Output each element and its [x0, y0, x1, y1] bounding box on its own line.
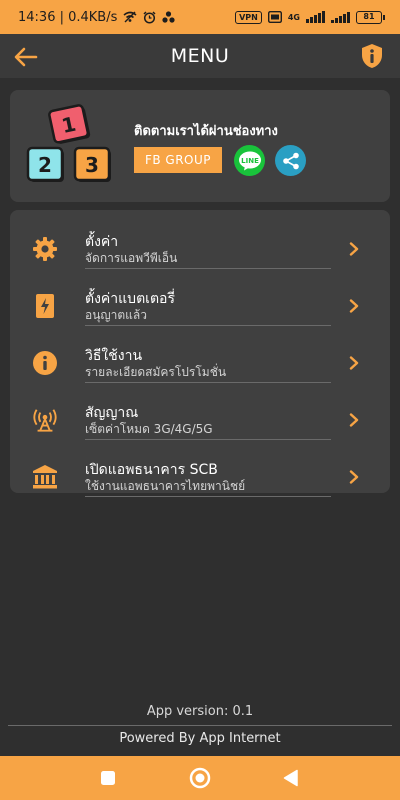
menu-item-subtitle: รายละเอียดสมัครโปรโมชั่น: [85, 365, 227, 379]
signal-tower-icon: [32, 407, 58, 433]
chevron-right-icon: [346, 295, 362, 317]
signal-strength-icon: [306, 11, 325, 23]
menu-item-settings[interactable]: ตั้งค่า จัดการแอพวีพีเอ็น: [10, 220, 390, 277]
status-time-speed: 14:36 | 0.4KB/s: [18, 9, 118, 25]
menu-item-scb-bank[interactable]: เปิดแอพธนาคาร SCB ใช้งานแอพธนาคารไทยพานิ…: [10, 448, 390, 505]
status-left: 14:36 | 0.4KB/s: [18, 10, 175, 25]
circle-icon: [189, 767, 211, 789]
menu-card: ตั้งค่า จัดการแอพวีพีเอ็น ตั้งค่าแบตเตอร…: [10, 210, 390, 497]
logo-number-2: 2: [38, 153, 52, 177]
arrow-left-icon: [14, 47, 38, 67]
chevron-right-icon: [346, 466, 362, 488]
footer-divider: [8, 725, 392, 726]
status-right: VPN 4G 81: [235, 10, 385, 24]
menu-item-battery[interactable]: ตั้งค่าแบตเตอรี่ อนุญาตแล้ว: [10, 277, 390, 334]
info-button[interactable]: [358, 42, 386, 70]
menu-item-divider: [85, 496, 331, 497]
gear-icon: [32, 236, 58, 262]
powered-by: Powered By App Internet: [119, 731, 281, 746]
alarm-icon: [143, 10, 156, 24]
line-label: LINE: [241, 157, 259, 165]
system-nav-bar: [0, 756, 400, 800]
battery-charging-icon: [32, 293, 58, 319]
logo-number-3: 3: [85, 153, 99, 177]
app-logo: 1 2 3: [26, 104, 111, 182]
wifi-off-icon: [123, 11, 137, 23]
bank-icon: [32, 464, 58, 490]
menu-item-subtitle: จัดการแอพวีพีเอ็น: [85, 251, 178, 265]
app-bar: MENU: [0, 34, 400, 78]
vpn-badge: VPN: [235, 10, 262, 24]
home-button[interactable]: [187, 765, 213, 791]
app-version: App version: 0.1: [146, 704, 254, 719]
square-icon: [101, 771, 115, 785]
menu-item-signal[interactable]: สัญญาณ เซ็ตค่าโหมด 3G/4G/5G: [10, 391, 390, 448]
info-shield-icon: [362, 44, 382, 68]
triangle-back-icon: [283, 769, 298, 787]
share-button[interactable]: [275, 145, 306, 176]
recents-button[interactable]: [95, 765, 121, 791]
app-notification-icon: [162, 11, 175, 23]
line-icon: LINE: [238, 151, 261, 170]
menu-item-divider: [85, 268, 331, 269]
chevron-right-icon: [346, 352, 362, 374]
fb-group-button[interactable]: FB GROUP: [134, 147, 222, 173]
network-label: 4G: [287, 12, 300, 22]
menu-item-subtitle: เซ็ตค่าโหมด 3G/4G/5G: [85, 422, 213, 436]
battery-level: 81: [363, 11, 375, 21]
menu-item-divider: [85, 325, 331, 326]
line-button[interactable]: LINE: [234, 145, 265, 176]
signal-strength-2-icon: [331, 11, 350, 23]
menu-item-divider: [85, 439, 331, 440]
back-button[interactable]: [12, 43, 40, 71]
share-icon: [282, 152, 299, 169]
network-type-icon: [267, 11, 282, 23]
menu-item-subtitle: ใช้งานแอพธนาคารไทยพานิชย์: [85, 479, 246, 493]
menu-item-how-to-use[interactable]: วิธีใช้งาน รายละเอียดสมัครโปรโมชั่น: [10, 334, 390, 391]
social-banner-card: 1 2 3 ติดตามเราได้ผ่านช่องทาง FB GROUP L…: [10, 90, 390, 202]
menu-item-divider: [85, 382, 331, 383]
follow-us-text: ติดตามเราได้ผ่านช่องทาง: [134, 124, 278, 139]
chevron-right-icon: [346, 409, 362, 431]
status-bar: 14:36 | 0.4KB/s VPN 4G 81: [0, 0, 400, 34]
page-title: MENU: [170, 45, 230, 67]
info-icon: [32, 350, 58, 376]
battery-icon: 81: [356, 10, 385, 24]
menu-item-subtitle: อนุญาตแล้ว: [85, 308, 147, 322]
back-nav-button[interactable]: [278, 765, 304, 791]
chevron-right-icon: [346, 238, 362, 260]
